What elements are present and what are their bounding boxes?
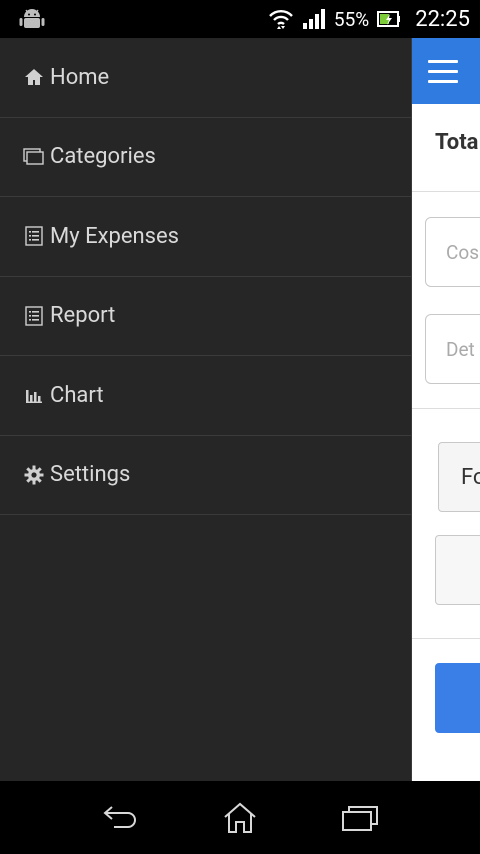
home-nav-icon[interactable] [220, 801, 260, 835]
battery-percent: 55% [333, 7, 370, 31]
drawer-item-report[interactable]: Report [0, 277, 411, 356]
divider [412, 408, 480, 409]
system-nav-bar [0, 781, 480, 854]
android-icon [19, 9, 45, 28]
list-icon [23, 305, 45, 327]
drawer-item-label: Home [50, 64, 110, 90]
gear-icon [23, 464, 45, 486]
cost-input[interactable]: Cos [425, 217, 480, 287]
list-icon [23, 225, 45, 247]
drawer-item-settings[interactable]: Settings [0, 436, 411, 515]
bar-chart-icon [23, 384, 45, 406]
recent-apps-icon[interactable] [340, 801, 380, 835]
categories-icon [23, 146, 45, 168]
total-label: Tota [435, 130, 479, 155]
details-input[interactable]: Det [425, 314, 480, 384]
drawer-item-home[interactable]: Home [0, 38, 411, 118]
drawer-item-label: Report [50, 303, 116, 329]
drawer-item-my-expenses[interactable]: My Expenses [0, 197, 411, 277]
drawer-item-label: Categories [50, 144, 156, 170]
nav-drawer: Home Categories My Expenses Report Chart [0, 38, 412, 781]
battery-icon [377, 11, 401, 27]
drawer-item-chart[interactable]: Chart [0, 356, 411, 436]
drawer-item-label: Settings [50, 462, 131, 488]
drawer-item-label: Chart [50, 382, 104, 408]
menu-icon[interactable] [428, 60, 458, 84]
select-button[interactable]: Fo [438, 442, 480, 512]
drawer-item-label: My Expenses [50, 223, 180, 249]
secondary-button[interactable] [435, 535, 480, 605]
divider [412, 191, 480, 192]
signal-icon [302, 9, 325, 29]
drawer-item-categories[interactable]: Categories [0, 118, 411, 197]
clock: 22:25 [415, 6, 470, 32]
status-bar: 55% 22:25 [0, 0, 480, 38]
home-icon [23, 66, 45, 88]
main-content: Tota Cos Det Fo [412, 38, 480, 781]
wifi-icon [269, 10, 293, 29]
divider [412, 638, 480, 639]
submit-button[interactable] [435, 663, 480, 733]
back-icon[interactable] [100, 801, 140, 835]
app-bar [412, 38, 480, 104]
